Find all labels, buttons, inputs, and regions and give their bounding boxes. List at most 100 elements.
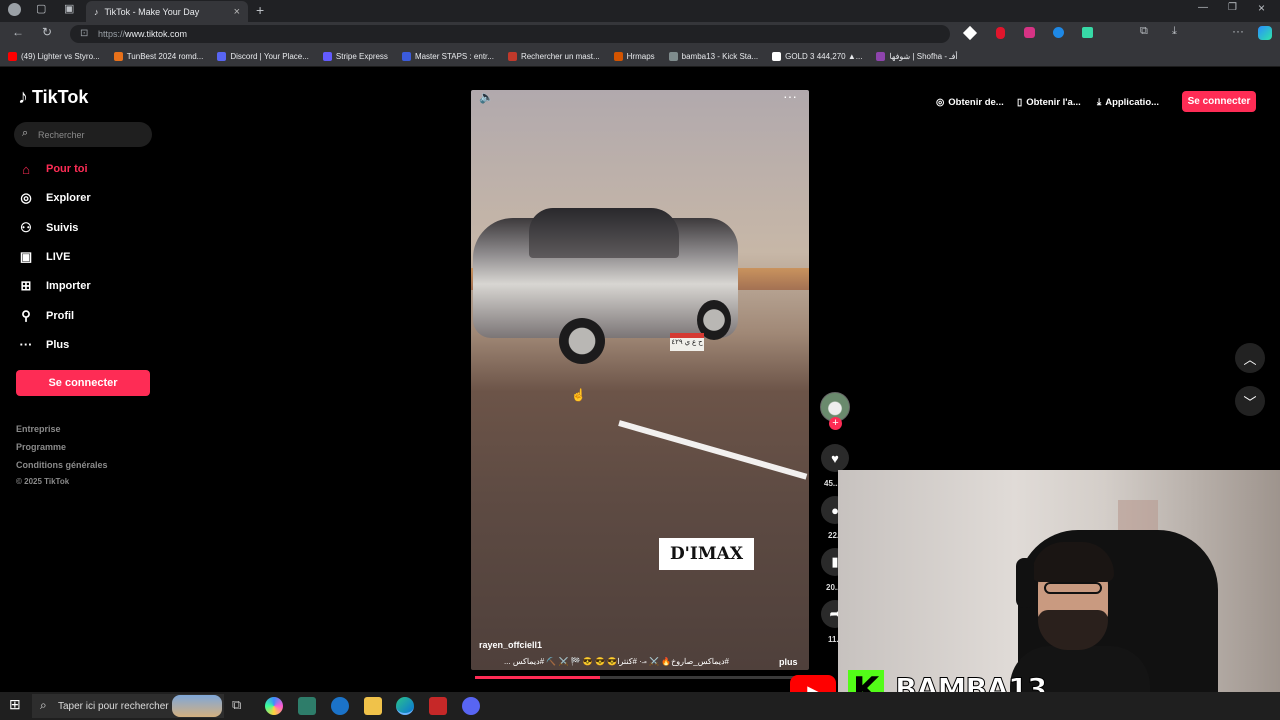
streamer-hair bbox=[1032, 542, 1114, 582]
bookmark-item[interactable]: Rechercher un mast... bbox=[507, 51, 600, 61]
task-view-icon[interactable]: ⧉ bbox=[232, 697, 250, 715]
video-username[interactable]: rayen_offciell1 bbox=[479, 640, 542, 650]
bookmark-item[interactable]: TunBest 2024 romd... bbox=[113, 51, 203, 61]
bookmark-favicon-icon bbox=[113, 51, 123, 61]
file-explorer-icon[interactable] bbox=[364, 697, 382, 715]
bookmark-favicon-icon bbox=[401, 51, 411, 61]
bookmark-item[interactable]: bamba13 - Kick Sta... bbox=[668, 51, 758, 61]
bookmark-label: Rechercher un mast... bbox=[520, 51, 600, 61]
top-login-button[interactable]: Se connecter bbox=[1182, 91, 1256, 112]
desktop-app-label: Applicatio... bbox=[1105, 96, 1160, 108]
road-line bbox=[618, 420, 808, 480]
license-plate: ح ع ي ٤٢٩ bbox=[670, 333, 704, 351]
ext-icon-3[interactable] bbox=[1024, 27, 1035, 38]
ext-icon-2[interactable] bbox=[996, 27, 1005, 39]
url-scheme: https:// bbox=[98, 29, 126, 39]
sidebar-item-label: Explorer bbox=[46, 192, 91, 205]
settings-menu-icon[interactable]: ··· bbox=[1232, 24, 1244, 38]
windows-start-icon[interactable]: ⊞ bbox=[9, 696, 21, 713]
bookmark-label: Discord | Your Place... bbox=[230, 51, 309, 61]
copilot-icon[interactable] bbox=[1258, 26, 1272, 40]
site-info-icon[interactable]: ⊡ bbox=[80, 28, 88, 39]
streamer-glasses bbox=[1044, 582, 1102, 594]
sidebar-item-explorer[interactable]: ◎ Explorer bbox=[18, 187, 158, 209]
browser-tab-strip: ▢ ▣ ♪ TikTok - Make Your Day × + — ❐ × bbox=[0, 0, 1280, 22]
next-video-chevron-down-icon[interactable]: ﹀ bbox=[1235, 386, 1265, 416]
logo-text: TikTok bbox=[32, 87, 89, 107]
bookmark-favicon-icon bbox=[507, 51, 517, 61]
ext-icon-5[interactable] bbox=[1082, 27, 1093, 38]
profile-icon[interactable] bbox=[8, 3, 21, 16]
sidebar-item-pour-toi[interactable]: ⌂ Pour toi bbox=[18, 158, 158, 180]
search-input[interactable]: ⌕ Rechercher bbox=[14, 122, 152, 147]
caption-more-link[interactable]: plus bbox=[779, 657, 798, 667]
copilot-taskbar-icon[interactable] bbox=[265, 697, 283, 715]
new-tab-icon[interactable]: + bbox=[256, 2, 264, 18]
bookmark-item[interactable]: Stripe Express bbox=[322, 51, 388, 61]
ext-icon-1[interactable] bbox=[962, 25, 978, 41]
get-app-link[interactable]: ▯ Obtenir l'a... bbox=[1017, 92, 1081, 112]
back-icon[interactable]: ← bbox=[12, 25, 24, 39]
sidebar-item-label: Profil bbox=[46, 309, 75, 322]
sidebar-item-label: Suivis bbox=[46, 221, 79, 234]
search-placeholder: Rechercher bbox=[38, 129, 85, 140]
app-taskbar-icon[interactable] bbox=[429, 697, 447, 715]
video-player[interactable]: ح ع ي ٤٢٩ D'IMAX 🔈 ··· rayen_offciell1 #… bbox=[471, 90, 809, 670]
taskbar-search-icon: ⌕ bbox=[40, 698, 47, 712]
tiktok-logo[interactable]: ♪ TikTok bbox=[18, 86, 88, 109]
close-tab-icon[interactable]: × bbox=[234, 6, 240, 18]
sidebar-item-label: Pour toi bbox=[46, 163, 88, 175]
maximize-icon[interactable]: ❐ bbox=[1228, 2, 1237, 13]
bookmark-item[interactable]: Hrmaps bbox=[613, 51, 655, 61]
sidebar-item-suivis[interactable]: ⚇ Suivis bbox=[18, 217, 158, 239]
taskbar-search-input[interactable]: ⌕ Taper ici pour rechercher bbox=[32, 694, 224, 718]
more-icon: ··· bbox=[19, 337, 33, 353]
search-highlight-image bbox=[172, 695, 222, 717]
store-icon[interactable] bbox=[298, 697, 316, 715]
footer-link-entreprise[interactable]: Entreprise bbox=[16, 424, 61, 434]
minimize-icon[interactable]: — bbox=[1198, 2, 1208, 13]
sidebar-item-profil[interactable]: ⚲ Profil bbox=[18, 305, 158, 327]
bookmark-item[interactable]: Discord | Your Place... bbox=[217, 51, 309, 61]
bookmark-label: شوفها | Shofha - أفـ bbox=[889, 51, 958, 61]
ext-icon-4[interactable] bbox=[1053, 27, 1064, 38]
following-icon: ⚇ bbox=[20, 219, 32, 235]
browser-tab-tiktok[interactable]: ♪ TikTok - Make Your Day × bbox=[86, 1, 248, 22]
footer-link-conditions[interactable]: Conditions générales bbox=[16, 460, 108, 470]
bookmark-item[interactable]: (49) Lighter vs Styro... bbox=[8, 51, 100, 61]
sidebar-item-live[interactable]: ▣ LIVE bbox=[18, 246, 158, 268]
collections-icon[interactable]: ▢ bbox=[36, 2, 46, 15]
bookmark-item[interactable]: شوفها | Shofha - أفـ bbox=[876, 51, 958, 61]
sidebar-item-importer[interactable]: ⊞ Importer bbox=[18, 275, 158, 297]
copyright: © 2025 TikTok bbox=[16, 477, 70, 486]
bookmark-favicon-icon bbox=[217, 51, 227, 61]
login-button[interactable]: Se connecter bbox=[16, 370, 150, 396]
bookmark-label: (49) Lighter vs Styro... bbox=[21, 51, 100, 61]
like-heart-icon[interactable]: ♥ bbox=[821, 444, 849, 472]
close-window-icon[interactable]: × bbox=[1258, 1, 1265, 15]
live-icon: ▣ bbox=[19, 248, 33, 264]
edge-browser-icon[interactable] bbox=[396, 697, 414, 715]
download-icon: ⤓ bbox=[1097, 96, 1102, 108]
sidebar-item-label: Plus bbox=[46, 338, 70, 351]
phone-icon: ▯ bbox=[1017, 96, 1023, 108]
footer-link-programme[interactable]: Programme bbox=[16, 442, 66, 452]
extensions-icon[interactable]: ⧉ bbox=[1140, 25, 1148, 38]
address-bar[interactable]: ⊡ https://www.tiktok.com bbox=[70, 25, 950, 43]
video-options-icon[interactable]: ··· bbox=[783, 90, 797, 104]
follow-plus-icon[interactable]: + bbox=[829, 417, 842, 430]
sidebar-item-plus[interactable]: ··· Plus bbox=[18, 334, 158, 356]
downloads-icon[interactable]: ⤓ bbox=[1172, 25, 1177, 38]
outlook-icon[interactable] bbox=[331, 697, 349, 715]
previous-video-chevron-up-icon[interactable]: ︿ bbox=[1235, 343, 1265, 373]
bookmark-item[interactable]: Master STAPS : entr... bbox=[401, 51, 494, 61]
get-coins-link[interactable]: ◎ Obtenir de... bbox=[936, 92, 1004, 112]
video-truck-cab bbox=[529, 208, 679, 258]
discord-icon[interactable] bbox=[462, 697, 480, 715]
desktop-app-link[interactable]: ⤓ Applicatio... bbox=[1097, 92, 1159, 112]
tab-actions-icon[interactable]: ▣ bbox=[64, 2, 74, 15]
video-caption: #ديماكس_صاروخ🔥 ⚔️ -̶ ·͏ #كنترا😎 😎 😎 🏁 ⚔️… bbox=[503, 657, 729, 666]
bookmark-item[interactable]: GOLD 3 444,270 ▲... bbox=[772, 51, 862, 61]
volume-icon[interactable]: 🔈 bbox=[479, 90, 494, 104]
reload-icon[interactable]: ↻ bbox=[42, 25, 52, 39]
